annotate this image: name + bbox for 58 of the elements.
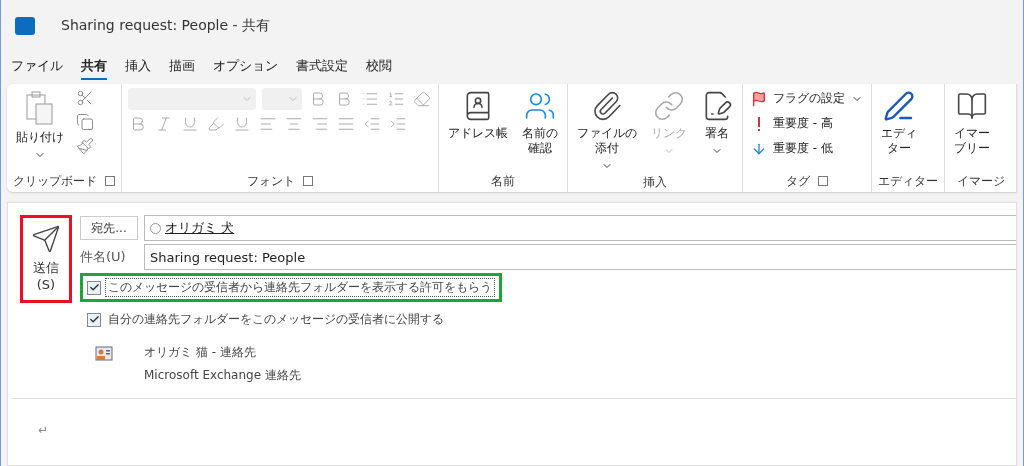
group-label: 名前 [491, 172, 515, 190]
ribbon-button[interactable]: アドレス帳 [445, 88, 511, 143]
font-size-field[interactable] [262, 88, 302, 110]
ribbon-button[interactable]: フラグの設定 [749, 88, 865, 109]
ribbon-button[interactable]: エディター [878, 88, 920, 158]
attachment-name: オリガミ 猫 - 連絡先 [144, 344, 257, 361]
ribbon-button[interactable]: イマーブリー [951, 88, 993, 158]
ribbon-button[interactable]: 名前の確認 [519, 88, 561, 158]
ribbon-button[interactable]: ファイルの添付 [574, 88, 640, 174]
recipient-name: オリガミ 犬 [165, 219, 235, 237]
group-label: タグ [786, 172, 810, 190]
message-body[interactable]: ↵ [12, 398, 1016, 465]
book-icon [956, 90, 988, 122]
checkbox[interactable] [87, 312, 101, 327]
to-button[interactable]: 宛先... [80, 216, 138, 240]
ribbon-tab[interactable]: オプション [213, 54, 278, 80]
clear-format-icon[interactable] [412, 89, 432, 109]
contact-card-icon [94, 344, 114, 364]
numbering-icon[interactable] [386, 89, 406, 109]
format-painter-icon[interactable] [75, 136, 95, 156]
copy-icon[interactable] [75, 112, 95, 132]
app-logo-icon [15, 17, 35, 35]
checkbox[interactable] [87, 280, 101, 295]
ribbon-tab[interactable]: ファイル [11, 54, 63, 80]
send-icon [31, 224, 61, 255]
paste-button[interactable]: 貼り付け [13, 88, 67, 163]
clipboard-icon [25, 90, 55, 126]
dialog-launcher-icon[interactable] [303, 176, 313, 186]
font-name-field[interactable] [128, 88, 256, 110]
window-title: Sharing request: People - 共有 [61, 17, 271, 35]
ribbon-tab[interactable]: 挿入 [125, 54, 151, 80]
group-label: 挿入 [643, 174, 667, 191]
paperclip-icon [591, 90, 623, 122]
pen-icon [883, 90, 915, 122]
subject-label: 件名(U) [80, 248, 127, 266]
option-label: 自分の連絡先フォルダーをこのメッセージの受信者に公開する [107, 311, 445, 328]
flag-icon [751, 90, 767, 107]
ribbon-tab[interactable]: 書式設定 [296, 54, 348, 80]
ribbon-button[interactable]: 重要度 - 高 [749, 113, 865, 134]
group-label: フォント [247, 172, 295, 190]
link-icon [653, 90, 685, 122]
dialog-launcher-icon[interactable] [105, 176, 115, 186]
paragraph-mark: ↵ [38, 423, 49, 437]
highlighter-icon[interactable] [206, 114, 226, 134]
option-label: このメッセージの受信者から連絡先フォルダーを表示する許可をもらう [105, 278, 495, 297]
ribbon-button[interactable]: 重要度 - 低 [749, 138, 865, 159]
to-field[interactable]: オリガミ 犬 [144, 215, 1016, 241]
attachment-source: Microsoft Exchange 連絡先 [144, 367, 301, 384]
group-label: イマージ [956, 172, 1005, 190]
group-label: エディター [878, 172, 938, 190]
ribbon-tab[interactable]: 校閲 [366, 54, 392, 80]
subject-field[interactable]: Sharing request: People [144, 244, 1016, 270]
send-button[interactable]: 送信 (S) [20, 215, 72, 303]
group-label: クリップボード [13, 172, 97, 190]
ribbon-tab[interactable]: 描画 [169, 54, 195, 80]
dialog-launcher-icon[interactable] [818, 176, 828, 186]
ribbon-tab[interactable]: 共有 [81, 54, 107, 80]
ribbon-button[interactable]: 署名 [698, 88, 736, 159]
